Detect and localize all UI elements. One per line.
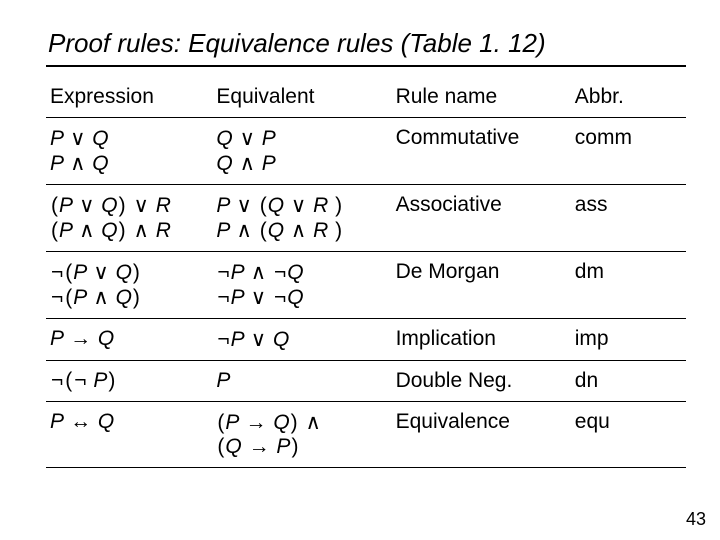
cell-rule-name: Associative [392, 185, 571, 252]
cell-expression: (P ∨ Q) ∨ R(P ∧ Q) ∧ R [46, 185, 212, 252]
cell-rule-name: Double Neg. [392, 361, 571, 402]
cell-equivalent: ¬P ∨ Q [212, 319, 391, 361]
cell-rule-name: De Morgan [392, 252, 571, 319]
cell-equivalent: (P → Q) ∧(Q → P) [212, 402, 391, 468]
cell-equivalent: Q ∨ PQ ∧ P [212, 118, 391, 185]
slide: Proof rules: Equivalence rules (Table 1.… [0, 0, 720, 468]
cell-abbr: dm [571, 252, 686, 319]
cell-expression: ¬(¬ P) [46, 361, 212, 402]
table-row: P ∨ QP ∧ Q Q ∨ PQ ∧ P Commutative comm [46, 118, 686, 185]
header-expression: Expression [46, 77, 212, 118]
cell-rule-name: Commutative [392, 118, 571, 185]
page-title: Proof rules: Equivalence rules (Table 1.… [46, 28, 686, 67]
cell-abbr: ass [571, 185, 686, 252]
cell-rule-name: Equivalence [392, 402, 571, 468]
cell-equivalent: P [212, 361, 391, 402]
cell-equivalent: P ∨ (Q ∨ R )P ∧ (Q ∧ R ) [212, 185, 391, 252]
table-header-row: Expression Equivalent Rule name Abbr. [46, 77, 686, 118]
table-row: P → Q ¬P ∨ Q Implication imp [46, 319, 686, 361]
cell-abbr: equ [571, 402, 686, 468]
rules-table: Expression Equivalent Rule name Abbr. P … [46, 77, 686, 468]
cell-abbr: comm [571, 118, 686, 185]
cell-abbr: imp [571, 319, 686, 361]
table-row: (P ∨ Q) ∨ R(P ∧ Q) ∧ R P ∨ (Q ∨ R )P ∧ (… [46, 185, 686, 252]
cell-expression: P ↔ Q [46, 402, 212, 468]
page-number: 43 [686, 509, 706, 530]
cell-expression: ¬(P ∨ Q)¬(P ∧ Q) [46, 252, 212, 319]
table-row: P ↔ Q (P → Q) ∧(Q → P) Equivalence equ [46, 402, 686, 468]
table-row: ¬(¬ P) P Double Neg. dn [46, 361, 686, 402]
cell-equivalent: ¬P ∧ ¬Q¬P ∨ ¬Q [212, 252, 391, 319]
cell-abbr: dn [571, 361, 686, 402]
header-equivalent: Equivalent [212, 77, 391, 118]
header-abbr: Abbr. [571, 77, 686, 118]
table-row: ¬(P ∨ Q)¬(P ∧ Q) ¬P ∧ ¬Q¬P ∨ ¬Q De Morga… [46, 252, 686, 319]
cell-expression: P → Q [46, 319, 212, 361]
header-rule-name: Rule name [392, 77, 571, 118]
cell-rule-name: Implication [392, 319, 571, 361]
cell-expression: P ∨ QP ∧ Q [46, 118, 212, 185]
